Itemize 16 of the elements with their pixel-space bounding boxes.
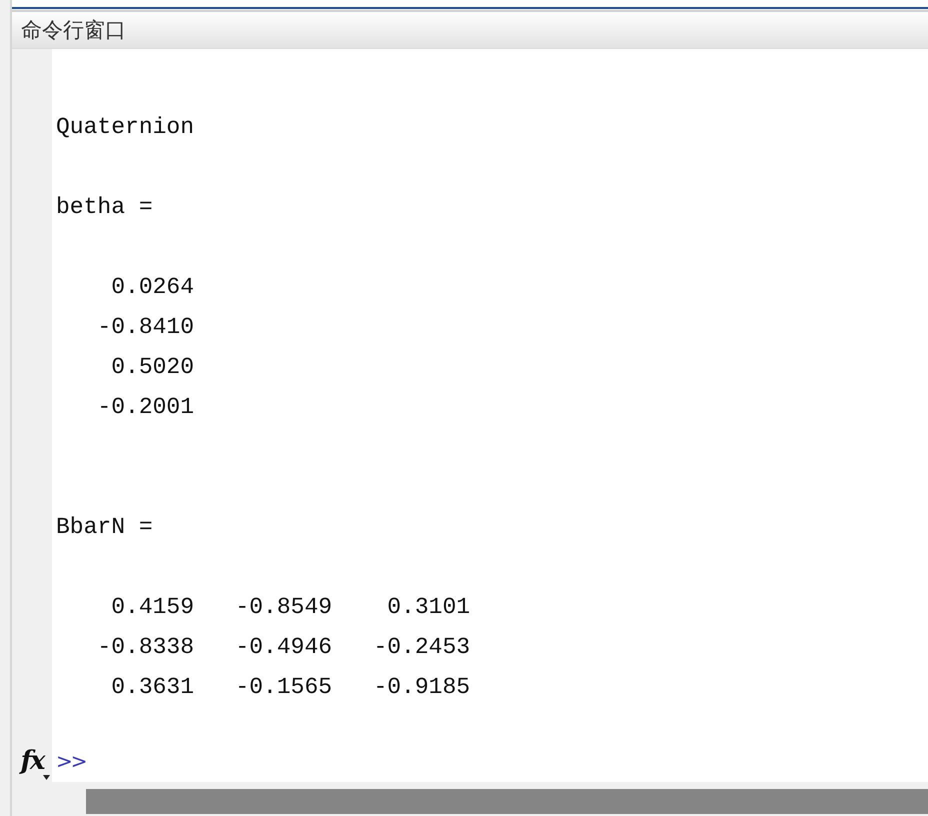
caret-icon (43, 775, 50, 780)
output-line: -0.8410 (96, 313, 196, 342)
output-line: 0.0264 (110, 273, 196, 302)
panel-title: 命令行窗口 (21, 17, 126, 44)
prompt-symbol: >> (56, 748, 86, 772)
output-line: 0.5020 (110, 353, 196, 382)
output-line: 0.3631 -0.1565 -0.9185 (110, 673, 472, 702)
output-line: -0.2001 (96, 393, 196, 422)
scrollbar-thumb[interactable] (86, 789, 928, 814)
output-line: BbarN = (56, 513, 154, 542)
command-input[interactable]: >> (52, 739, 928, 782)
function-button[interactable]: fx (20, 746, 44, 776)
output-line: 0.4159 -0.8549 0.3101 (110, 593, 472, 622)
output-line: Quaternion (56, 113, 196, 142)
output-line: -0.8338 -0.4946 -0.2453 (96, 633, 472, 662)
output-line: betha = (56, 193, 154, 222)
